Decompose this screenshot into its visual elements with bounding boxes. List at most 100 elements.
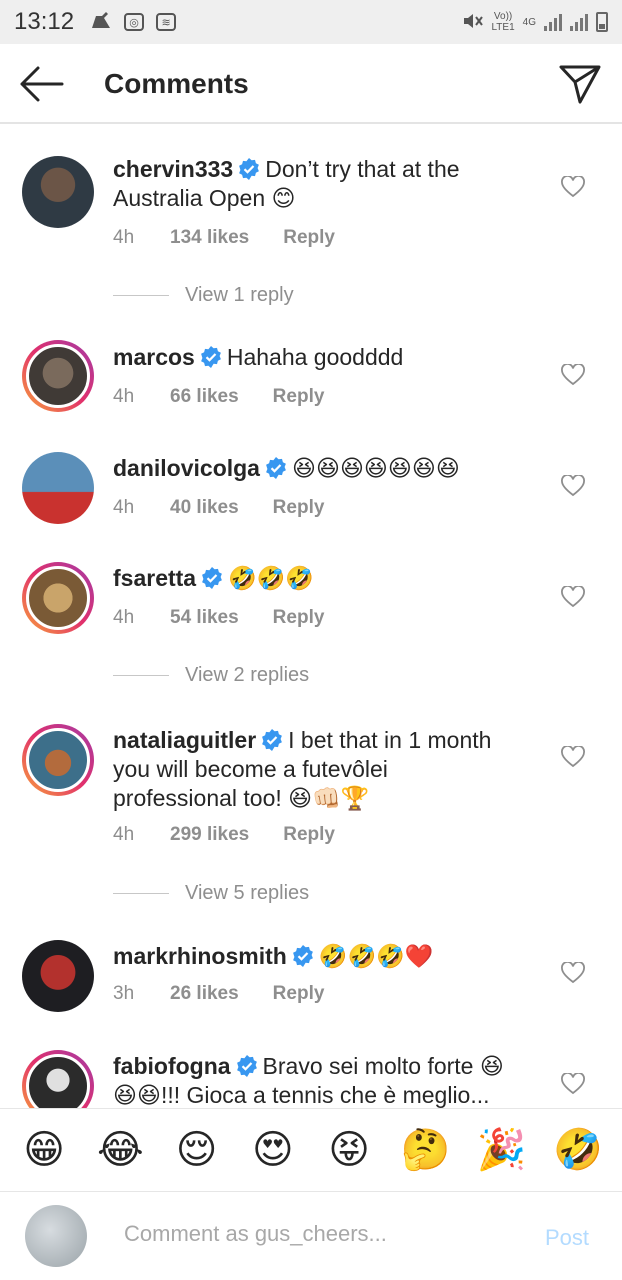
reply-button[interactable]: Reply [283,824,335,846]
emoji-tears-of-joy-button[interactable]: 😂 [90,1128,150,1172]
comment-likes[interactable]: 299 likes [170,824,249,846]
comment-username[interactable]: nataliaguitler [113,727,256,753]
comment-likes[interactable]: 66 likes [170,386,239,408]
view-replies-link[interactable]: View 5 replies [113,882,309,905]
view-replies-link[interactable]: View 1 reply [113,284,294,307]
like-heart-icon[interactable] [561,962,585,984]
battery-icon [596,12,608,32]
back-arrow-icon[interactable] [18,64,66,104]
emoji-thinking-button[interactable]: 🤔 [395,1128,455,1172]
reply-button[interactable]: Reply [273,497,325,519]
header: Comments [0,44,622,124]
comments-list[interactable]: chervin333 Don’t try that at the Australi… [0,130,622,1108]
avatar[interactable] [22,452,94,524]
comment-text: marcos Hahaha goodddd [113,343,513,372]
comment-meta: 4h 66 likes Reply [113,386,324,408]
comment-meta: 4h 54 likes Reply [113,607,324,629]
instagram-icon: ◎ [124,13,145,31]
current-user-avatar [25,1205,87,1267]
emoji-rofl-button[interactable]: 🤣 [548,1128,608,1172]
post-button[interactable]: Post [545,1225,589,1251]
reply-button[interactable]: Reply [273,386,325,408]
verified-badge-icon [262,729,283,751]
avatar[interactable] [22,340,94,412]
volte-indicator: Vo)) LTE1 [491,11,514,33]
avatar[interactable] [22,156,94,228]
divider-line [113,893,169,894]
view-replies-label[interactable]: View 2 replies [185,664,309,687]
comment-username[interactable]: marcos [113,344,195,370]
reply-button[interactable]: Reply [273,607,325,629]
signal-icon [544,13,562,31]
verified-badge-icon [200,346,221,368]
comment-username[interactable]: markrhinosmith [113,943,287,969]
like-heart-icon[interactable] [561,586,585,608]
comment-time: 4h [113,227,135,248]
view-replies-link[interactable]: View 2 replies [113,664,309,687]
avatar[interactable] [22,1050,94,1108]
comment-likes[interactable]: 54 likes [170,607,239,629]
comment-body: Hahaha goodddd [226,344,404,370]
volte-label: Vo)) [493,11,513,22]
comment-time: 4h [113,824,135,845]
like-heart-icon[interactable] [561,176,585,198]
reply-button[interactable]: Reply [273,983,325,1005]
avatar[interactable] [22,940,94,1012]
reply-button[interactable]: Reply [283,227,335,249]
notification-icon [90,10,112,35]
lte-label: LTE1 [491,22,515,33]
emoji-tongue-button[interactable]: 😝 [319,1128,379,1172]
comment-username[interactable]: danilovicolga [113,455,260,481]
like-heart-icon[interactable] [561,475,585,497]
comment-time: 3h [113,983,135,1004]
like-heart-icon[interactable] [561,1073,585,1095]
comment-text: fabiofogna Bravo sei molto forte 😆 😆😆!!! … [113,1052,513,1108]
status-bar: 13:12 ◎ ≋ Vo)) LTE1 4G [0,0,622,44]
comment-input[interactable] [124,1221,504,1247]
comment-time: 4h [113,607,135,628]
view-replies-label[interactable]: View 5 replies [185,882,309,905]
mute-icon [461,11,484,34]
signal-icon-2 [570,13,588,31]
view-replies-label[interactable]: View 1 reply [185,284,294,307]
divider-line [113,675,169,676]
divider-line [113,295,169,296]
comment-text: chervin333 Don’t try that at the Australi… [113,155,513,213]
comment-meta: 3h 26 likes Reply [113,983,324,1005]
comment-username[interactable]: chervin333 [113,156,233,182]
status-time: 13:12 [14,8,75,35]
verified-badge-icon [292,945,313,967]
emoji-grin-button[interactable]: 😁 [14,1128,74,1172]
comment-likes[interactable]: 134 likes [170,227,249,249]
comment-likes[interactable]: 40 likes [170,497,239,519]
comment-text: markrhinosmith 🤣🤣🤣❤️ [113,942,513,971]
emoji-party-button[interactable]: 🎉 [472,1128,532,1172]
comment-text: fsaretta 🤣🤣🤣 [113,564,513,593]
comment-input-bar: Post [0,1193,622,1280]
emoji-heart-eyes-button[interactable]: 😍 [243,1128,303,1172]
avatar[interactable] [22,724,94,796]
comment-time: 4h [113,497,135,518]
comment-username[interactable]: fsaretta [113,565,196,591]
comment-body: 😆😆😆😆😆😆😆 [291,455,460,481]
comment-body: 🤣🤣🤣❤️ [318,943,434,969]
comment-text: danilovicolga 😆😆😆😆😆😆😆 [113,454,513,483]
verified-badge-icon [202,567,223,589]
comment-username[interactable]: fabiofogna [113,1053,231,1079]
comment-time: 4h [113,386,135,407]
avatar[interactable] [22,562,94,634]
comment-text: nataliaguitler I bet that in 1 month you … [113,726,513,813]
comment-likes[interactable]: 26 likes [170,983,239,1005]
verified-badge-icon [236,1055,257,1077]
direct-message-icon[interactable] [558,62,602,106]
emoji-quick-bar: 😁 😂 😌 😍 😝 🤔 🎉 🤣 [0,1108,622,1192]
page-title: Comments [104,68,249,99]
like-heart-icon[interactable] [561,364,585,386]
comment-meta: 4h 299 likes Reply [113,824,335,846]
like-heart-icon[interactable] [561,746,585,768]
emoji-relieved-button[interactable]: 😌 [167,1128,227,1172]
verified-badge-icon [266,457,286,479]
verified-badge-icon [239,158,260,180]
comment-meta: 4h 40 likes Reply [113,497,324,519]
comment-meta: 4h 134 likes Reply [113,227,335,249]
